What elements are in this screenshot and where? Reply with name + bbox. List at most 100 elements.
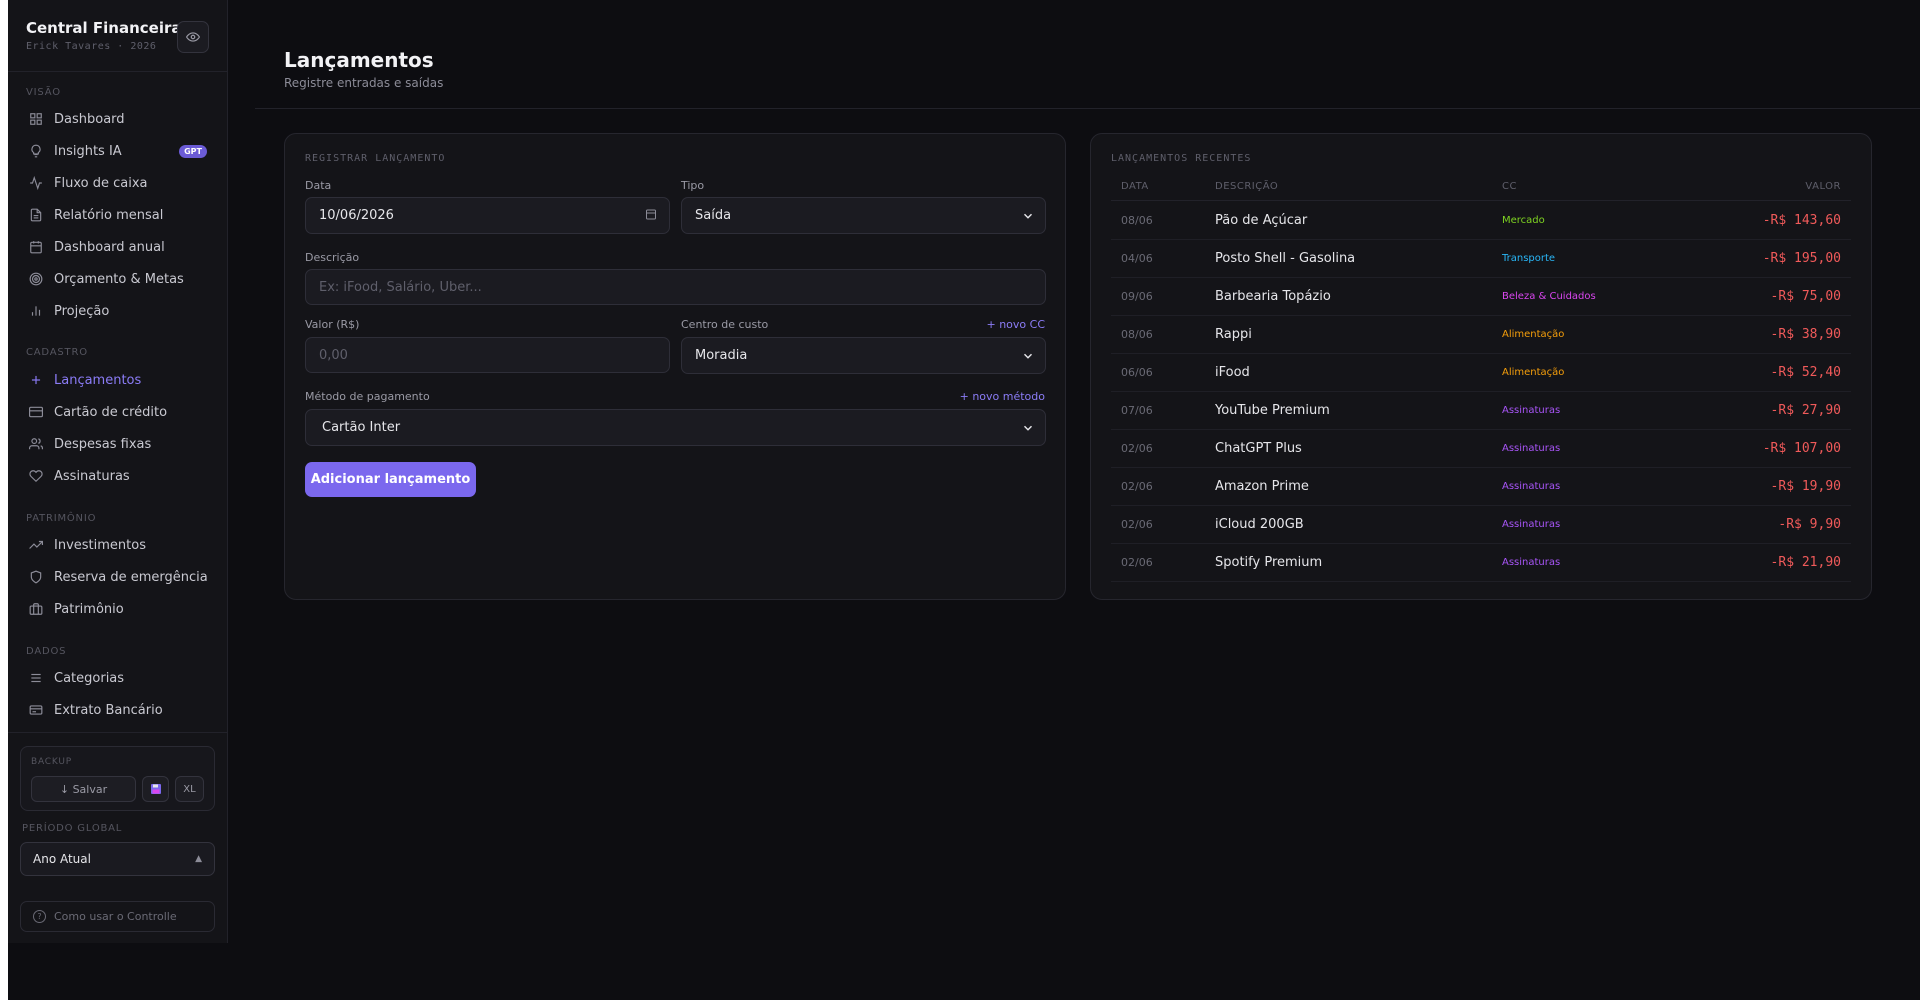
date-value: 10/06/2026 xyxy=(319,208,394,223)
row-cost-center: Alimentação xyxy=(1502,367,1565,378)
new-cc-link[interactable]: + novo CC xyxy=(986,318,1045,331)
new-method-link[interactable]: + novo método xyxy=(960,390,1045,403)
table-row[interactable]: 02/06 ChatGPT Plus Assinaturas -R$ 107,00 xyxy=(1111,430,1851,468)
row-value: -R$ 38,90 xyxy=(1770,327,1841,342)
sidebar-item-label: Reserva de emergência xyxy=(54,569,208,585)
row-date: 02/06 xyxy=(1121,556,1153,569)
row-value: -R$ 21,90 xyxy=(1770,555,1841,570)
page-header: Lançamentos Registre entradas e saídas xyxy=(255,0,1920,109)
sidebar-item-label: Fluxo de caixa xyxy=(54,175,148,191)
sidebar-item-reserva[interactable]: Reserva de emergência xyxy=(20,563,215,591)
metodo-value: Cartão Inter xyxy=(322,420,401,435)
row-cost-center: Beleza & Cuidados xyxy=(1502,291,1596,302)
help-button[interactable]: ? Como usar o Controlle xyxy=(20,901,215,932)
sidebar-item-label: Patrimônio xyxy=(54,601,124,617)
valor-placeholder: 0,00 xyxy=(319,347,348,363)
metodo-select[interactable]: Cartão Inter xyxy=(305,409,1046,446)
sidebar-item-dashboard[interactable]: Dashboard xyxy=(20,105,215,133)
table-row[interactable]: 02/06 iCloud 200GB Assinaturas -R$ 9,90 xyxy=(1111,506,1851,544)
backup-disk-button[interactable] xyxy=(142,776,169,802)
sidebar-item-cartao[interactable]: Cartão de crédito xyxy=(20,398,215,426)
sidebar: Central Financeira Erick Tavares · 2026 … xyxy=(8,0,228,943)
file-icon xyxy=(28,207,44,223)
periodo-select[interactable]: Ano Atual ▲ xyxy=(20,842,215,876)
sidebar-item-relatorio[interactable]: Relatório mensal xyxy=(20,201,215,229)
toggle-visibility-button[interactable] xyxy=(177,21,209,53)
date-input[interactable]: 10/06/2026 xyxy=(305,197,670,234)
row-value: -R$ 27,90 xyxy=(1770,403,1841,418)
sidebar-item-categorias[interactable]: Categorias xyxy=(20,664,215,692)
sidebar-item-label: Categorias xyxy=(54,670,125,686)
help-label: Como usar o Controlle xyxy=(54,910,177,923)
gpt-badge: GPT xyxy=(179,144,207,158)
sidebar-item-dashboard-anual[interactable]: Dashboard anual xyxy=(20,233,215,261)
sidebar-item-extrato[interactable]: Extrato Bancário xyxy=(20,696,215,724)
sidebar-item-label: Orçamento & Metas xyxy=(54,271,184,287)
row-value: -R$ 195,00 xyxy=(1762,251,1841,266)
recent-title: LANÇAMENTOS RECENTES xyxy=(1111,153,1252,164)
row-description: ChatGPT Plus xyxy=(1215,441,1302,456)
form-title: REGISTRAR LANÇAMENTO xyxy=(305,153,446,164)
sidebar-item-label: Dashboard xyxy=(54,111,125,127)
table-row[interactable]: 06/06 iFood Alimentação -R$ 52,40 xyxy=(1111,354,1851,392)
backup-save-button[interactable]: ↓ Salvar xyxy=(31,776,136,802)
sidebar-item-lancamentos[interactable]: Lançamentos xyxy=(20,366,215,394)
periodo-value: Ano Atual xyxy=(33,852,91,866)
grid-icon xyxy=(28,111,44,127)
sidebar-item-assinaturas[interactable]: Assinaturas xyxy=(20,462,215,490)
row-date: 08/06 xyxy=(1121,214,1153,227)
add-lancamento-button[interactable]: Adicionar lançamento xyxy=(305,462,476,497)
descricao-label: Descrição xyxy=(305,251,360,264)
row-value: -R$ 9,90 xyxy=(1778,517,1841,532)
row-cost-center: Transporte xyxy=(1502,253,1556,264)
row-cost-center: Assinaturas xyxy=(1502,405,1561,416)
row-date: 02/06 xyxy=(1121,442,1153,455)
metodo-label: Método de pagamento xyxy=(305,390,430,403)
register-form-card: REGISTRAR LANÇAMENTO Data 10/06/2026 Tip… xyxy=(284,133,1066,600)
row-date: 02/06 xyxy=(1121,480,1153,493)
row-date: 02/06 xyxy=(1121,518,1153,531)
plus-icon xyxy=(28,372,44,388)
sidebar-item-orcamento[interactable]: Orçamento & Metas xyxy=(20,265,215,293)
table-row[interactable]: 09/06 Barbearia Topázio Beleza & Cuidados -… xyxy=(1111,278,1851,316)
row-value: -R$ 107,00 xyxy=(1762,441,1841,456)
app-subtitle: Erick Tavares · 2026 xyxy=(26,41,157,52)
backup-excel-button[interactable]: XL xyxy=(175,776,204,802)
table-row[interactable]: 02/06 Amazon Prime Assinaturas -R$ 19,90 xyxy=(1111,468,1851,506)
table-row[interactable]: 08/06 Pão de Açúcar Mercado -R$ 143,60 xyxy=(1111,202,1851,240)
sidebar-item-label: Relatório mensal xyxy=(54,207,164,223)
row-description: iCloud 200GB xyxy=(1215,517,1304,532)
recent-entries-card: LANÇAMENTOS RECENTES DATA DESCRIÇÃO CC V… xyxy=(1090,133,1872,600)
lightbulb-icon xyxy=(28,143,44,159)
tipo-label: Tipo xyxy=(681,179,705,192)
tipo-select[interactable]: Saída xyxy=(681,197,1046,234)
row-cost-center: Assinaturas xyxy=(1502,481,1561,492)
sidebar-item-despesas[interactable]: Despesas fixas xyxy=(20,430,215,458)
row-value: -R$ 19,90 xyxy=(1770,479,1841,494)
section-dados: DADOS xyxy=(26,646,67,657)
descricao-input[interactable]: Ex: iFood, Salário, Uber... xyxy=(305,269,1046,305)
sidebar-item-projecao[interactable]: Projeção xyxy=(20,297,215,325)
row-date: 09/06 xyxy=(1121,290,1153,303)
users-icon xyxy=(28,436,44,452)
credit-card-icon xyxy=(28,404,44,420)
section-patrimonio: PATRIMÔNIO xyxy=(26,513,97,524)
sidebar-divider xyxy=(8,732,227,733)
bar-chart-icon xyxy=(28,303,44,319)
table-row[interactable]: 04/06 Posto Shell - Gasolina Transporte -R$… xyxy=(1111,240,1851,278)
page-subtitle: Registre entradas e saídas xyxy=(284,76,444,90)
sidebar-item-insights[interactable]: Insights IA GPT xyxy=(20,137,215,165)
cc-select[interactable]: Moradia xyxy=(681,337,1046,374)
sidebar-item-fluxo[interactable]: Fluxo de caixa xyxy=(20,169,215,197)
valor-input[interactable]: 0,00 xyxy=(305,337,670,373)
row-description: Rappi xyxy=(1215,327,1252,342)
sidebar-item-investimentos[interactable]: Investimentos xyxy=(20,531,215,559)
sidebar-item-patrimonio[interactable]: Patrimônio xyxy=(20,595,215,623)
table-row[interactable]: 08/06 Rappi Alimentação -R$ 38,90 xyxy=(1111,316,1851,354)
row-description: Barbearia Topázio xyxy=(1215,289,1331,304)
table-row[interactable]: 02/06 Spotify Premium Assinaturas -R$ 21,90 xyxy=(1111,544,1851,582)
sidebar-item-label: Assinaturas xyxy=(54,468,130,484)
row-description: YouTube Premium xyxy=(1215,403,1330,418)
table-row[interactable]: 07/06 YouTube Premium Assinaturas -R$ 27,90 xyxy=(1111,392,1851,430)
row-date: 04/06 xyxy=(1121,252,1153,265)
